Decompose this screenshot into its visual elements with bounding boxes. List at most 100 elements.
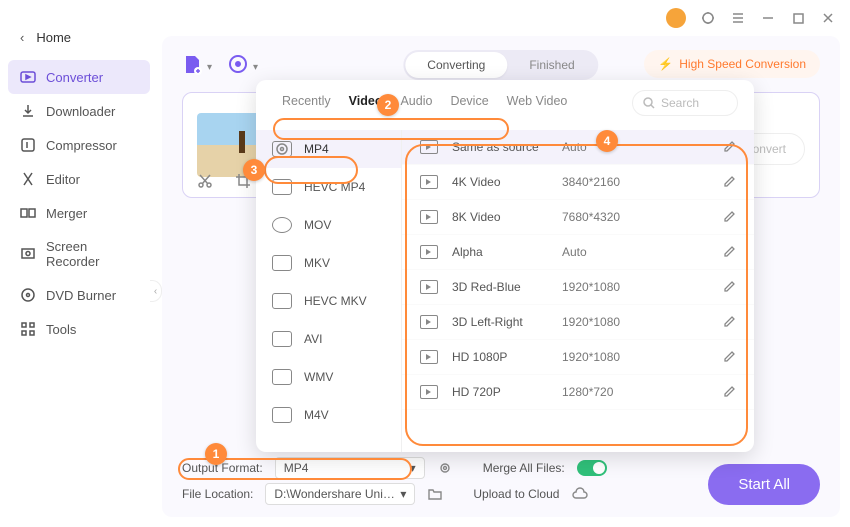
format-item-m4v[interactable]: M4V (256, 396, 401, 434)
format-item-mp4[interactable]: MP4 (256, 130, 401, 168)
format-item-mkv[interactable]: MKV (256, 244, 401, 282)
sidebar-collapse-handle[interactable]: ‹ (150, 280, 162, 302)
edit-preset-icon[interactable] (722, 245, 736, 259)
breadcrumb[interactable]: ‹ Home (20, 30, 71, 45)
edit-preset-icon[interactable] (722, 350, 736, 364)
format-icon (272, 331, 292, 347)
merge-label: Merge All Files: (483, 461, 565, 475)
format-icon (272, 179, 292, 195)
edit-preset-icon[interactable] (722, 315, 736, 329)
resolution-item[interactable]: HD 1080P1920*1080 (402, 340, 754, 375)
edit-preset-icon[interactable] (722, 140, 736, 154)
editor-icon (20, 171, 36, 187)
resolution-icon (420, 280, 438, 294)
edit-preset-icon[interactable] (722, 175, 736, 189)
edit-preset-icon[interactable] (722, 385, 736, 399)
upload-cloud-label: Upload to Cloud (473, 487, 559, 501)
status-tabs: Converting Finished (403, 50, 598, 80)
maximize-button[interactable] (790, 10, 806, 26)
file-location-select[interactable]: D:\Wondershare UniConverter 1▾ (265, 483, 415, 505)
format-item-wmv[interactable]: WMV (256, 358, 401, 396)
merger-icon (20, 205, 36, 221)
output-format-label: Output Format: (182, 461, 263, 475)
format-list: MP4 HEVC MP4 MOV MKV HEVC MKV AVI WMV M4… (256, 130, 402, 452)
resolution-icon (420, 140, 438, 154)
sidebar-item-converter[interactable]: Converter (8, 60, 150, 94)
support-icon[interactable] (700, 10, 716, 26)
sidebar-item-screenrecorder[interactable]: Screen Recorder (8, 230, 150, 278)
merge-toggle[interactable] (577, 460, 607, 476)
sidebar-item-tools[interactable]: Tools (8, 312, 150, 346)
search-icon (643, 97, 655, 109)
tab-converting[interactable]: Converting (405, 52, 507, 78)
sidebar-item-merger[interactable]: Merger (8, 196, 150, 230)
sidebar-item-downloader[interactable]: Downloader (8, 94, 150, 128)
sidebar-item-label: Converter (46, 70, 103, 85)
add-file-button[interactable]: ▾ (182, 54, 204, 76)
cloud-icon[interactable] (571, 487, 589, 501)
resolution-icon (420, 315, 438, 329)
tab-webvideo[interactable]: Web Video (507, 94, 568, 108)
format-icon (272, 293, 292, 309)
annotation-callout-1: 1 (205, 443, 227, 465)
tab-audio[interactable]: Audio (400, 94, 432, 108)
edit-preset-icon[interactable] (722, 280, 736, 294)
resolution-item[interactable]: AlphaAuto (402, 235, 754, 270)
format-search-input[interactable]: Search (632, 90, 738, 116)
user-avatar[interactable] (666, 8, 686, 28)
menu-icon[interactable] (730, 10, 746, 26)
resolution-item[interactable]: 3D Red-Blue1920*1080 (402, 270, 754, 305)
sidebar: Converter Downloader Compressor Editor M… (8, 60, 150, 346)
format-item-hevcmkv[interactable]: HEVC MKV (256, 282, 401, 320)
resolution-item[interactable]: Same as sourceAuto (402, 130, 754, 165)
trim-icon[interactable] (197, 173, 213, 189)
lightning-icon: ⚡ (658, 57, 673, 71)
file-location-label: File Location: (182, 487, 253, 501)
add-dvd-button[interactable]: ▾ (228, 54, 250, 76)
start-all-button[interactable]: Start All (708, 464, 820, 505)
sidebar-item-label: DVD Burner (46, 288, 116, 303)
converter-icon (20, 69, 36, 85)
close-button[interactable] (820, 10, 836, 26)
sidebar-item-dvdburner[interactable]: DVD Burner (8, 278, 150, 312)
sidebar-item-label: Compressor (46, 138, 117, 153)
minimize-button[interactable] (760, 10, 776, 26)
annotation-callout-2: 2 (377, 94, 399, 116)
resolution-item[interactable]: 3D Left-Right1920*1080 (402, 305, 754, 340)
sidebar-item-label: Merger (46, 206, 87, 221)
format-item-mov[interactable]: MOV (256, 206, 401, 244)
tools-icon (20, 321, 36, 337)
tab-device[interactable]: Device (450, 94, 488, 108)
resolution-item[interactable]: 4K Video3840*2160 (402, 165, 754, 200)
tab-finished[interactable]: Finished (507, 52, 596, 78)
dvd-icon (20, 287, 36, 303)
home-label: Home (36, 30, 71, 45)
resolution-list: Same as sourceAuto 4K Video3840*2160 8K … (402, 130, 754, 452)
open-folder-icon[interactable] (427, 486, 443, 502)
back-icon[interactable]: ‹ (20, 30, 24, 45)
settings-icon[interactable] (437, 460, 453, 476)
format-icon (272, 217, 292, 233)
resolution-icon (420, 210, 438, 224)
resolution-icon (420, 385, 438, 399)
resolution-item[interactable]: HD 720P1280*720 (402, 375, 754, 410)
resolution-icon (420, 350, 438, 364)
sidebar-item-label: Downloader (46, 104, 115, 119)
chevron-down-icon: ▾ (400, 487, 406, 501)
sidebar-item-compressor[interactable]: Compressor (8, 128, 150, 162)
resolution-icon (420, 245, 438, 259)
tab-recently[interactable]: Recently (282, 94, 331, 108)
edit-preset-icon[interactable] (722, 210, 736, 224)
sidebar-item-editor[interactable]: Editor (8, 162, 150, 196)
format-item-avi[interactable]: AVI (256, 320, 401, 358)
resolution-item[interactable]: 8K Video7680*4320 (402, 200, 754, 235)
output-format-select[interactable]: MP4▾ (275, 457, 425, 479)
high-speed-badge[interactable]: ⚡ High Speed Conversion (644, 50, 820, 78)
chevron-down-icon: ▾ (410, 461, 416, 475)
format-icon (272, 141, 292, 157)
compressor-icon (20, 137, 36, 153)
format-item-hevcmp4[interactable]: HEVC MP4 (256, 168, 401, 206)
format-icon (272, 255, 292, 271)
annotation-callout-3: 3 (243, 159, 265, 181)
screen-recorder-icon (20, 246, 36, 262)
